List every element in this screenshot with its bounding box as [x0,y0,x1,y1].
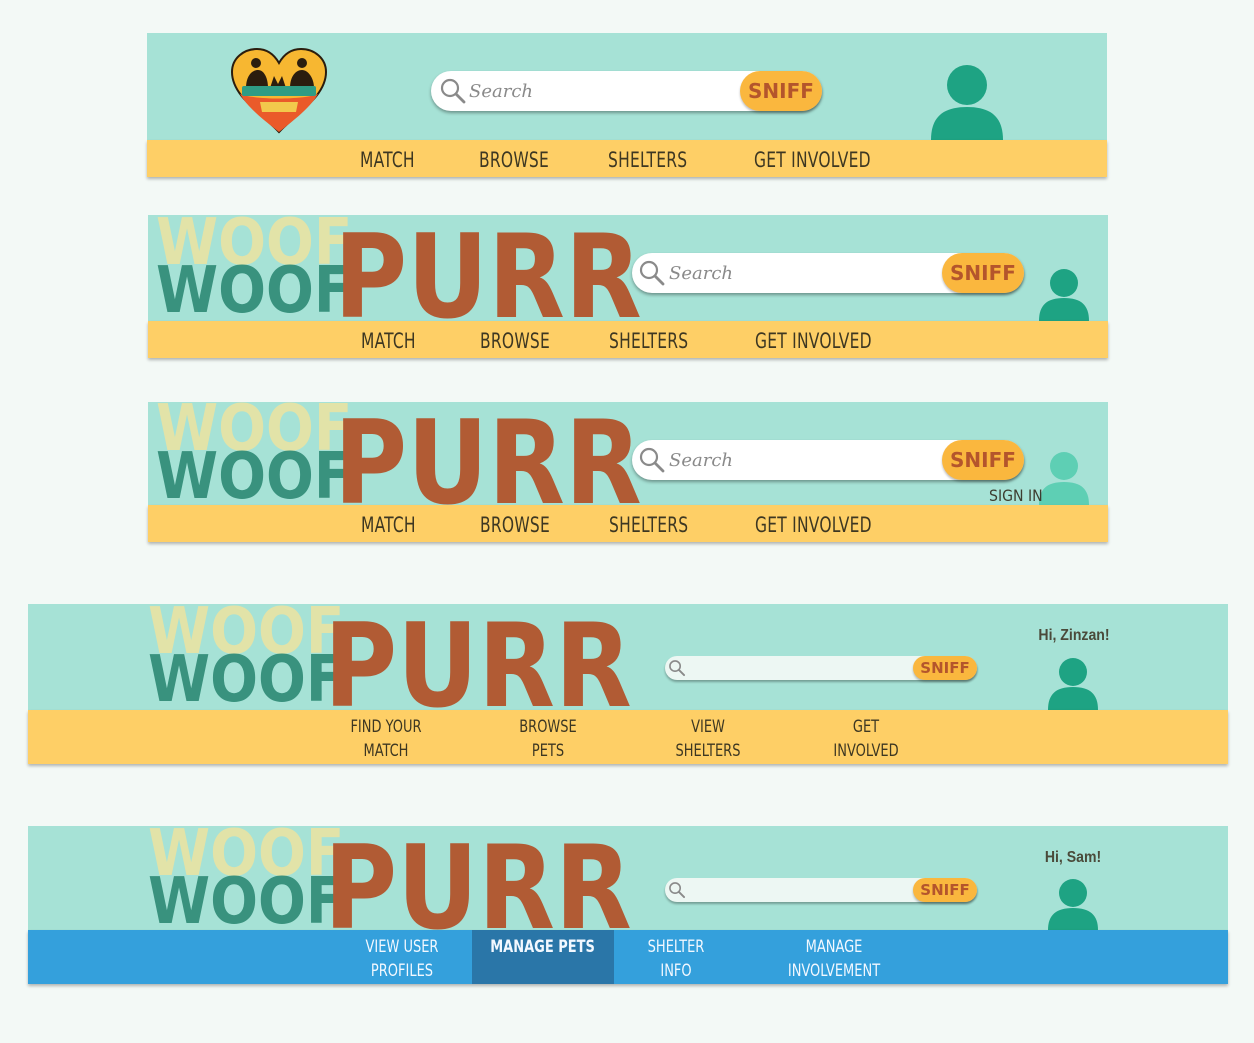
user-avatar-icon[interactable] [1048,658,1098,710]
sign-in-link[interactable]: SIGN IN [989,486,1043,505]
nav-match[interactable]: MATCH [360,148,415,172]
nav-get-involved[interactable]: GET INVOLVED [754,148,871,172]
nav-shelters[interactable]: SHELTERS [608,148,687,172]
logo-woof-bottom: WOOF [156,254,353,321]
nav-shelter-info[interactable]: SHELTER INFO [634,935,719,983]
sniff-button[interactable]: SNIFF [942,440,1024,480]
nav-view-shelters[interactable]: VIEW SHELTERS [661,715,755,763]
nav-match[interactable]: MATCH [361,513,416,537]
nav-browse[interactable]: BROWSE [480,329,550,353]
sniff-button[interactable]: SNIFF [942,253,1024,293]
logo-purr: PURR [334,402,642,506]
search-icon [440,78,466,104]
heart-logo-icon[interactable] [230,48,328,134]
search-icon [639,260,665,286]
search-icon [669,882,686,899]
wordmark-logo[interactable]: WOOF WOOF PURR [146,826,632,930]
search-bar: SNIFF [632,440,1024,480]
sniff-button[interactable]: SNIFF [740,71,822,111]
nav-find-your-match[interactable]: FIND YOUR MATCH [340,715,432,763]
nav-get-involved[interactable]: GET INVOLVED [824,715,909,763]
logo-purr: PURR [334,215,642,322]
nav-manage-pets[interactable]: MANAGE PETS [472,930,614,984]
header-bar: WOOF WOOF PURR SNIFF SIGN IN [148,402,1108,505]
header-bar: SNIFF [147,33,1107,140]
nav-shelters[interactable]: SHELTERS [609,513,688,537]
sniff-button[interactable]: SNIFF [913,656,977,680]
wordmark-logo[interactable]: WOOF WOOF PURR [148,215,642,321]
search-input[interactable] [689,658,904,678]
logo-purr: PURR [324,604,632,711]
search-bar: SNIFF [431,71,822,111]
admin-nav: VIEW USER PROFILES MANAGE PETS SHELTER I… [28,930,1228,984]
search-input[interactable] [469,78,729,104]
search-bar: SNIFF [665,878,977,902]
search-bar: SNIFF [665,656,977,680]
search-icon [639,447,665,473]
nav-browse[interactable]: BROWSE [480,513,550,537]
nav-get-involved[interactable]: GET INVOLVED [755,329,872,353]
user-avatar-icon[interactable] [931,65,1003,140]
nav-shelters[interactable]: SHELTERS [609,329,688,353]
search-icon [669,660,686,677]
nav-get-involved[interactable]: GET INVOLVED [755,513,872,537]
search-input[interactable] [669,447,929,473]
wordmark-logo[interactable]: WOOF WOOF PURR [146,604,632,710]
logo-woof-bottom: WOOF [148,643,345,710]
nav-view-user-profiles[interactable]: VIEW USER PROFILES [354,935,449,983]
main-nav: MATCH BROWSE SHELTERS GET INVOLVED [148,321,1108,358]
nav-browse-pets[interactable]: BROWSE PETS [506,715,591,763]
main-nav: MATCH BROWSE SHELTERS GET INVOLVED [147,140,1107,177]
main-nav: FIND YOUR MATCH BROWSE PETS VIEW SHELTER… [28,710,1228,764]
user-greeting: Hi, Zinzan! [1038,627,1110,644]
header-bar: WOOF WOOF PURR SNIFF Hi, Sam! [28,826,1228,930]
search-input[interactable] [689,880,904,900]
nav-manage-involvement[interactable]: MANAGE INVOLVEMENT [775,935,894,983]
main-nav: MATCH BROWSE SHELTERS GET INVOLVED [148,505,1108,542]
logo-woof-bottom: WOOF [148,865,345,930]
user-avatar-icon[interactable] [1039,452,1089,505]
nav-manage-pets-label: MANAGE PETS [490,937,596,957]
nav-browse[interactable]: BROWSE [479,148,549,172]
user-avatar-icon[interactable] [1048,879,1098,930]
search-bar: SNIFF [632,253,1024,293]
user-greeting: Hi, Sam! [1044,849,1102,866]
logo-purr: PURR [324,826,632,931]
sniff-button[interactable]: SNIFF [913,878,977,902]
nav-match[interactable]: MATCH [361,329,416,353]
logo-woof-bottom: WOOF [156,440,353,505]
wordmark-logo[interactable]: WOOF WOOF PURR [148,402,642,505]
header-bar: WOOF WOOF PURR SNIFF [148,215,1108,321]
header-bar: WOOF WOOF PURR SNIFF Hi, Zinzan! [28,604,1228,710]
user-avatar-icon[interactable] [1039,269,1089,321]
search-input[interactable] [669,260,929,286]
